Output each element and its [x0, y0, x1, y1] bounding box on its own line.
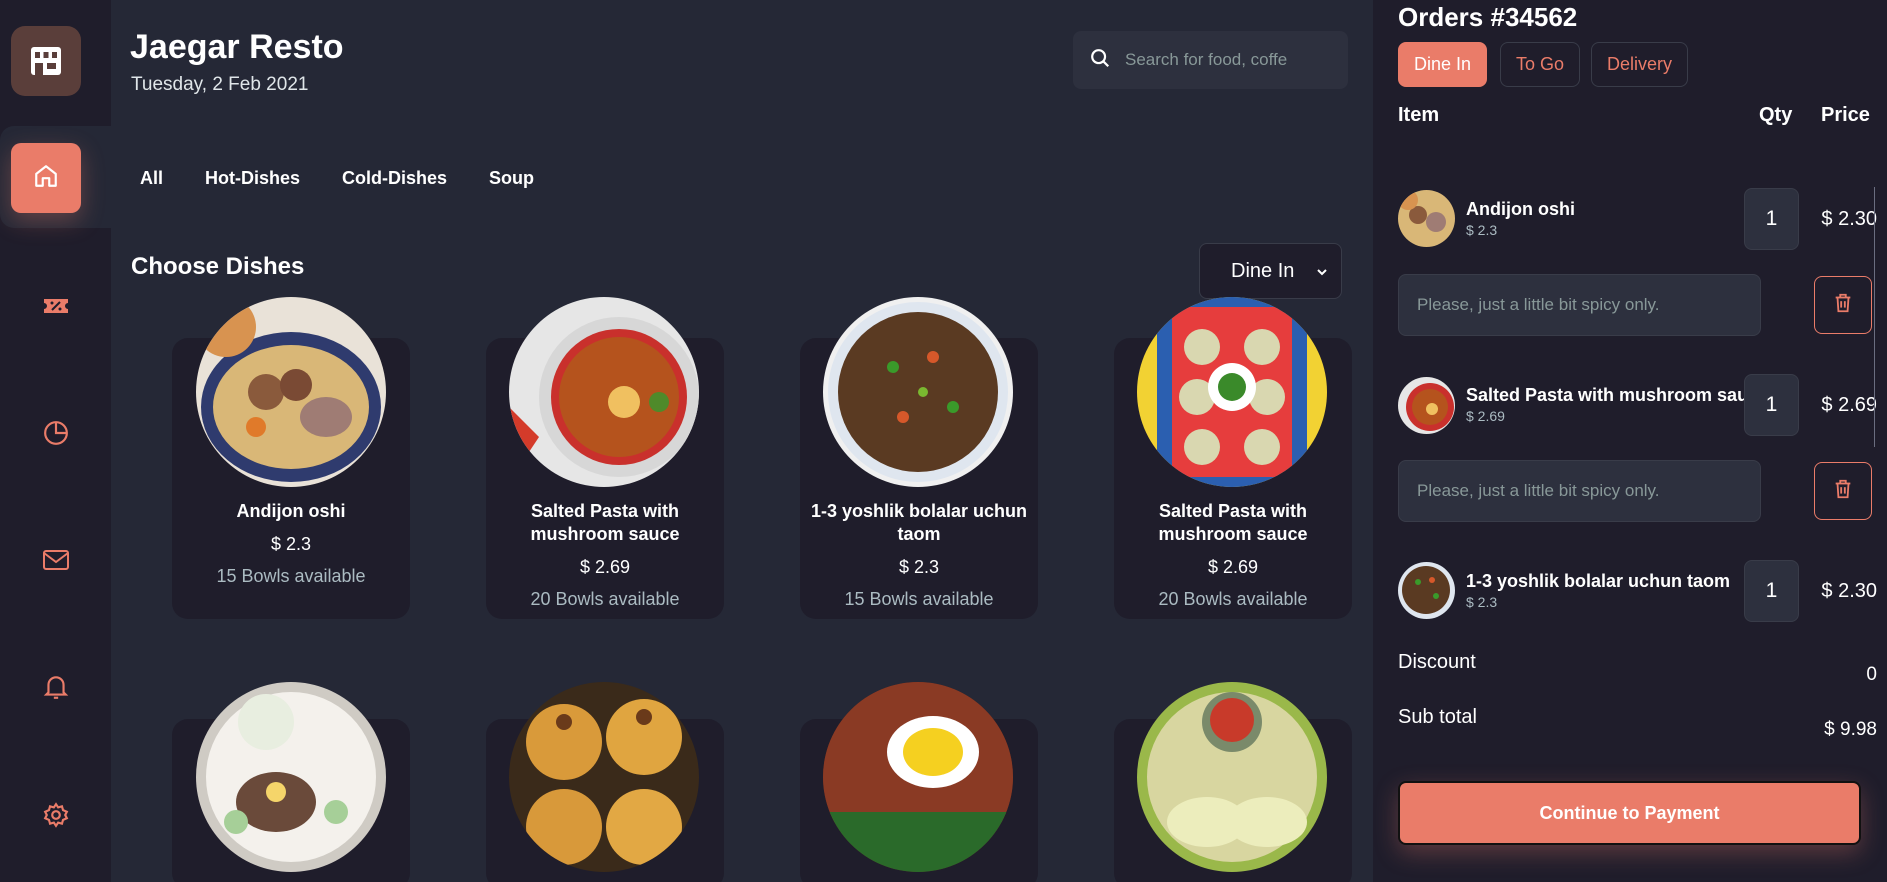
- home-icon: [33, 163, 59, 194]
- nav-messages[interactable]: [0, 510, 111, 610]
- order-tab-delivery[interactable]: Delivery: [1591, 42, 1688, 87]
- orders-panel: Orders #34562 Dine In To Go Delivery Ite…: [1373, 0, 1887, 882]
- order-item-total: $ 2.69: [1821, 394, 1877, 416]
- dish-price: $ 2.3: [898, 557, 940, 577]
- search-bar[interactable]: [1073, 31, 1348, 89]
- order-item-unit-price: $ 2.69: [1466, 408, 1505, 424]
- dish-name: Salted Pasta with mushroom sauce: [530, 501, 680, 544]
- dish-image: [196, 297, 386, 487]
- dish-image: [823, 682, 1013, 872]
- order-item-image: [1398, 190, 1455, 247]
- service-type-select[interactable]: Dine In: [1199, 243, 1342, 299]
- dish-image: [823, 297, 1013, 487]
- trash-icon: [1832, 292, 1854, 319]
- restaurant-logo-icon[interactable]: [11, 26, 81, 96]
- dish-image: [1137, 682, 1327, 872]
- dish-image: [196, 682, 386, 872]
- dish-image: [509, 682, 699, 872]
- orders-title: Orders #34562: [1398, 2, 1578, 32]
- subtotal-label: Sub total: [1398, 706, 1477, 728]
- continue-to-payment-button[interactable]: Continue to Payment: [1398, 781, 1861, 845]
- tab-soup[interactable]: Soup: [489, 168, 534, 189]
- order-list-scrollbar[interactable]: [1874, 187, 1875, 447]
- order-item-name: 1-3 yoshlik bolalar uchun taom: [1466, 571, 1731, 591]
- discount-value: 0: [1866, 664, 1877, 685]
- column-header-qty: Qty: [1759, 104, 1793, 126]
- order-tab-to-go[interactable]: To Go: [1500, 42, 1580, 87]
- trash-icon: [1832, 478, 1854, 505]
- dish-availability: 20 Bowls available: [530, 589, 680, 609]
- dish-name: Salted Pasta with mushroom sauce: [1158, 501, 1308, 544]
- subtotal-value: $ 9.98: [1824, 719, 1877, 740]
- order-note-input[interactable]: Please, just a little bit spicy only.: [1398, 274, 1761, 336]
- delete-item-button[interactable]: [1814, 276, 1872, 334]
- nav-dashboard[interactable]: [0, 383, 111, 483]
- order-item-name: Salted Pasta with mushroom sauce: [1466, 385, 1769, 405]
- nav-notifications[interactable]: [0, 637, 111, 737]
- section-title: Choose Dishes: [131, 253, 305, 280]
- order-item-qty[interactable]: 1: [1744, 560, 1799, 622]
- dish-image: [509, 297, 699, 487]
- order-item-qty[interactable]: 1: [1744, 374, 1799, 436]
- search-icon: [1089, 47, 1111, 74]
- order-item-total: $ 2.30: [1821, 580, 1877, 602]
- dish-availability: 20 Bowls available: [1158, 589, 1308, 609]
- settings-icon: [42, 801, 70, 829]
- discount-label: Discount: [1398, 651, 1476, 673]
- dish-availability: 15 Bowls available: [844, 589, 994, 609]
- nav-home[interactable]: [11, 143, 81, 213]
- order-item-total: $ 2.30: [1821, 208, 1877, 230]
- order-item-unit-price: $ 2.3: [1466, 222, 1498, 238]
- column-header-item: Item: [1398, 104, 1440, 126]
- dish-name: Andijon oshi: [236, 501, 346, 521]
- dish-price: $ 2.3: [270, 534, 312, 554]
- order-item-image: [1398, 377, 1455, 434]
- column-header-price: Price: [1821, 104, 1870, 126]
- delete-item-button[interactable]: [1814, 462, 1872, 520]
- order-item-name: Andijon oshi: [1466, 199, 1575, 219]
- dish-price: $ 2.69: [579, 557, 631, 577]
- dish-price: $ 2.69: [1207, 557, 1259, 577]
- service-type-value: Dine In: [1231, 259, 1295, 282]
- search-input[interactable]: [1125, 50, 1335, 70]
- dish-availability: 15 Bowls available: [216, 566, 366, 586]
- order-item-unit-price: $ 2.3: [1466, 594, 1498, 610]
- order-item-image: [1398, 562, 1455, 619]
- sidebar: [0, 0, 111, 882]
- dish-name: 1-3 yoshlik bolalar uchun taom: [810, 501, 1028, 544]
- dish-image: [1137, 297, 1327, 487]
- dashboard-icon: [42, 419, 70, 447]
- tab-cold-dishes[interactable]: Cold-Dishes: [342, 168, 447, 189]
- chevron-down-icon: [1315, 262, 1329, 285]
- notification-icon: [42, 673, 70, 701]
- discount-icon: [42, 292, 70, 320]
- nav-discount[interactable]: [0, 256, 111, 356]
- tab-hot-dishes[interactable]: Hot-Dishes: [205, 168, 300, 189]
- tab-all[interactable]: All: [140, 168, 163, 189]
- page-title: Jaegar Resto: [130, 28, 344, 66]
- order-item-qty[interactable]: 1: [1744, 188, 1799, 250]
- page-date: Tuesday, 2 Feb 2021: [131, 74, 309, 95]
- nav-settings[interactable]: [0, 765, 111, 865]
- order-note-input[interactable]: Please, just a little bit spicy only.: [1398, 460, 1761, 522]
- category-tabs: All Hot-Dishes Cold-Dishes Soup: [140, 168, 576, 189]
- message-icon: [42, 546, 70, 574]
- order-tab-dine-in[interactable]: Dine In: [1398, 42, 1487, 87]
